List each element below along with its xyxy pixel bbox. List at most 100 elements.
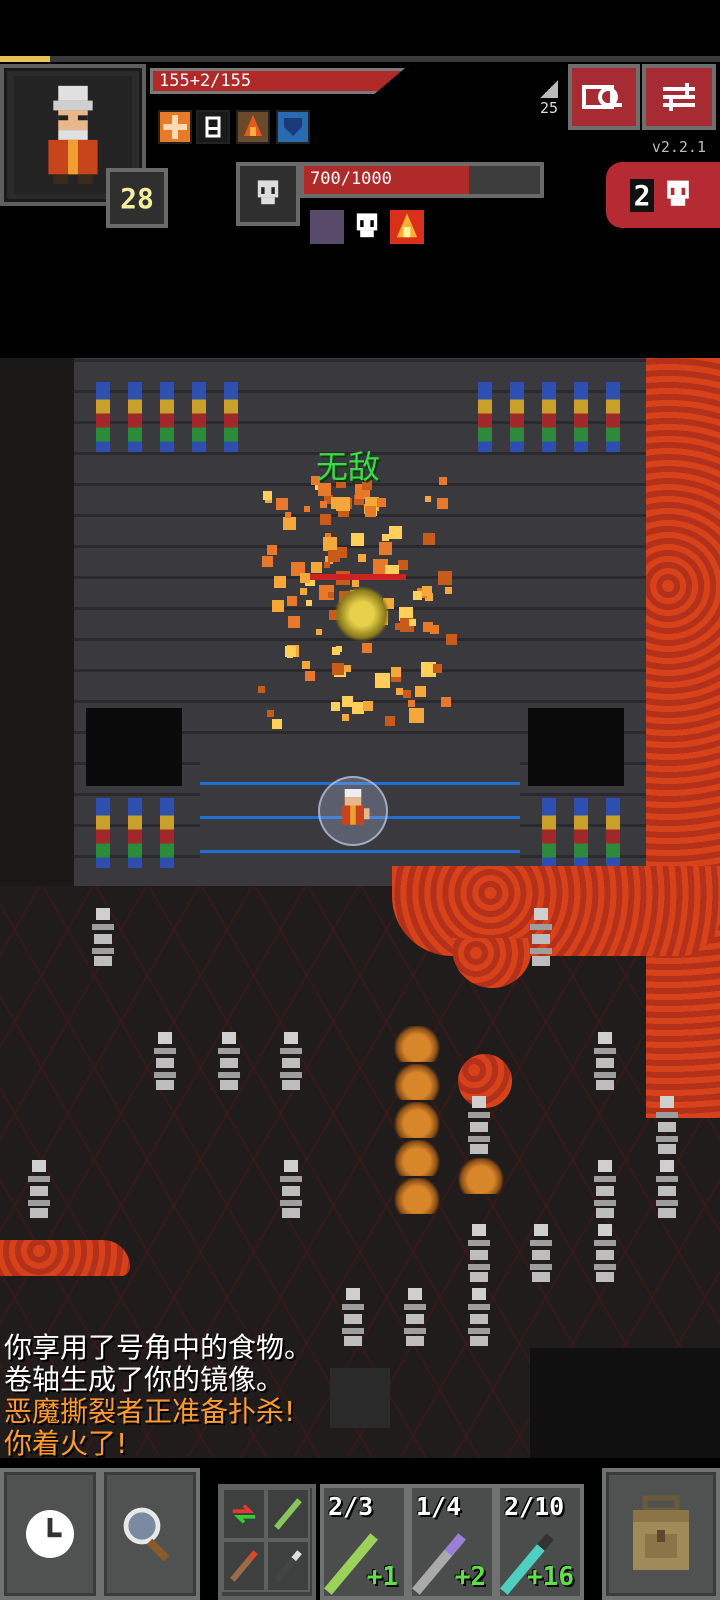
stained-glass	[128, 798, 142, 868]
stained-glass	[96, 382, 110, 452]
ember-particle	[262, 556, 273, 567]
ember-particle	[324, 562, 330, 568]
enemy-health-bar	[310, 574, 406, 580]
bottom-toolbar: 2/3 +1 1/4 +2 2/10 +16	[0, 1468, 720, 1600]
stained-glass	[160, 382, 174, 452]
swap-slot[interactable]	[222, 1488, 266, 1540]
ember-particle	[362, 643, 372, 653]
stained-glass	[574, 798, 588, 868]
ember-particle	[267, 545, 277, 555]
stained-glass	[510, 382, 524, 452]
bone-pile	[590, 1028, 620, 1092]
ember-particle	[446, 634, 457, 645]
ember-particle	[423, 533, 435, 545]
bone-pile	[590, 1220, 620, 1284]
ember-particle	[331, 497, 343, 509]
menu-button[interactable]	[642, 64, 716, 130]
boss-hp-text: 700/1000	[310, 169, 392, 189]
ember-particle	[430, 625, 439, 634]
bone-pile	[150, 1028, 180, 1092]
message-log: 你享用了号角中的食物。 卷轴生成了你的镜像。 恶魔撕裂者正准备扑杀! 你着火了!	[4, 1332, 524, 1460]
backpack-button[interactable]	[602, 1468, 720, 1600]
wait-button[interactable]	[0, 1468, 100, 1600]
log-line: 你享用了号角中的食物。	[4, 1331, 313, 1364]
ember-particle	[323, 537, 337, 551]
wand-upgrade: +16	[527, 1562, 574, 1592]
wand-slot[interactable]	[266, 1488, 310, 1540]
ember-particle	[272, 719, 282, 729]
journal-button[interactable]	[568, 64, 640, 130]
ember-particle	[413, 591, 422, 600]
danger-count: 2	[629, 178, 655, 212]
shield-icon[interactable]	[276, 110, 310, 144]
ember-particle	[389, 526, 402, 539]
depth-indicator: 25	[534, 80, 564, 117]
boss-portrait[interactable]	[236, 162, 300, 226]
bless-icon[interactable]	[158, 110, 192, 144]
ember-particle	[272, 600, 284, 612]
right-lower-wall	[530, 1348, 720, 1458]
bone-pile	[276, 1156, 306, 1220]
ember-particle	[439, 477, 447, 485]
armor-icon[interactable]	[196, 110, 230, 144]
skull-debuff-icon[interactable]	[350, 210, 384, 244]
red-wand-icon	[230, 1550, 258, 1582]
doom-icon[interactable]	[310, 210, 344, 244]
ember-particle	[409, 619, 416, 626]
fire-resist-icon[interactable]	[236, 110, 270, 144]
danger-indicator[interactable]: 2	[606, 162, 720, 228]
ember-particle	[438, 571, 452, 585]
bone-pile	[590, 1156, 620, 1220]
ember-particle	[433, 664, 442, 673]
backpack-icon	[633, 1495, 689, 1570]
stairs-icon	[540, 80, 558, 98]
ember-particle	[415, 686, 426, 697]
stained-glass	[128, 382, 142, 452]
ember-particle	[311, 562, 322, 573]
bone-pile	[214, 1028, 244, 1092]
bone-pile	[526, 904, 556, 968]
ember-particle	[365, 506, 376, 517]
dark-wand-icon	[274, 1550, 302, 1582]
ember-particle	[385, 716, 395, 726]
bone-pile	[526, 1220, 556, 1284]
wand-slot[interactable]	[222, 1540, 266, 1592]
fungus	[392, 1178, 442, 1214]
quick-item-grid	[218, 1484, 316, 1600]
fungus	[456, 1158, 506, 1194]
wand-slot[interactable]	[266, 1540, 310, 1592]
stained-glass	[606, 382, 620, 452]
swap-arrows-icon	[232, 1504, 256, 1524]
lava-pool	[646, 358, 720, 1118]
wand-upgrade: +1	[366, 1562, 398, 1592]
log-line: 你着火了!	[4, 1427, 128, 1460]
demon-ripper[interactable]	[334, 586, 390, 642]
burning-icon[interactable]	[390, 210, 424, 244]
ember-particle	[320, 501, 327, 508]
hp-bar: 155+2/155	[150, 68, 405, 94]
ember-particle	[441, 697, 451, 707]
quickslot-3[interactable]: 2/10 +16	[496, 1484, 584, 1600]
lava-pool	[0, 1240, 130, 1276]
game-map[interactable]: 无敌	[0, 358, 720, 1458]
ember-particle	[358, 554, 366, 562]
ember-particle	[285, 646, 296, 657]
search-button[interactable]	[100, 1468, 200, 1600]
green-wand-icon	[274, 1498, 302, 1530]
ember-particle	[379, 542, 392, 555]
ember-particle	[304, 506, 310, 512]
hero-sprite[interactable]	[318, 776, 388, 846]
bone-pile	[464, 1220, 494, 1284]
wand-upgrade: +2	[454, 1562, 486, 1592]
ember-particle	[377, 498, 386, 507]
ember-particle	[267, 710, 274, 717]
depth-number: 25	[539, 99, 559, 117]
fungus	[392, 1064, 442, 1100]
stained-glass	[574, 382, 588, 452]
quickslot-1[interactable]: 2/3 +1	[320, 1484, 408, 1600]
quickslot-2[interactable]: 1/4 +2	[408, 1484, 496, 1600]
boss-hp-bar: 700/1000	[300, 162, 544, 198]
stained-glass	[606, 798, 620, 868]
ember-particle	[263, 491, 272, 500]
ember-particle	[288, 616, 300, 628]
